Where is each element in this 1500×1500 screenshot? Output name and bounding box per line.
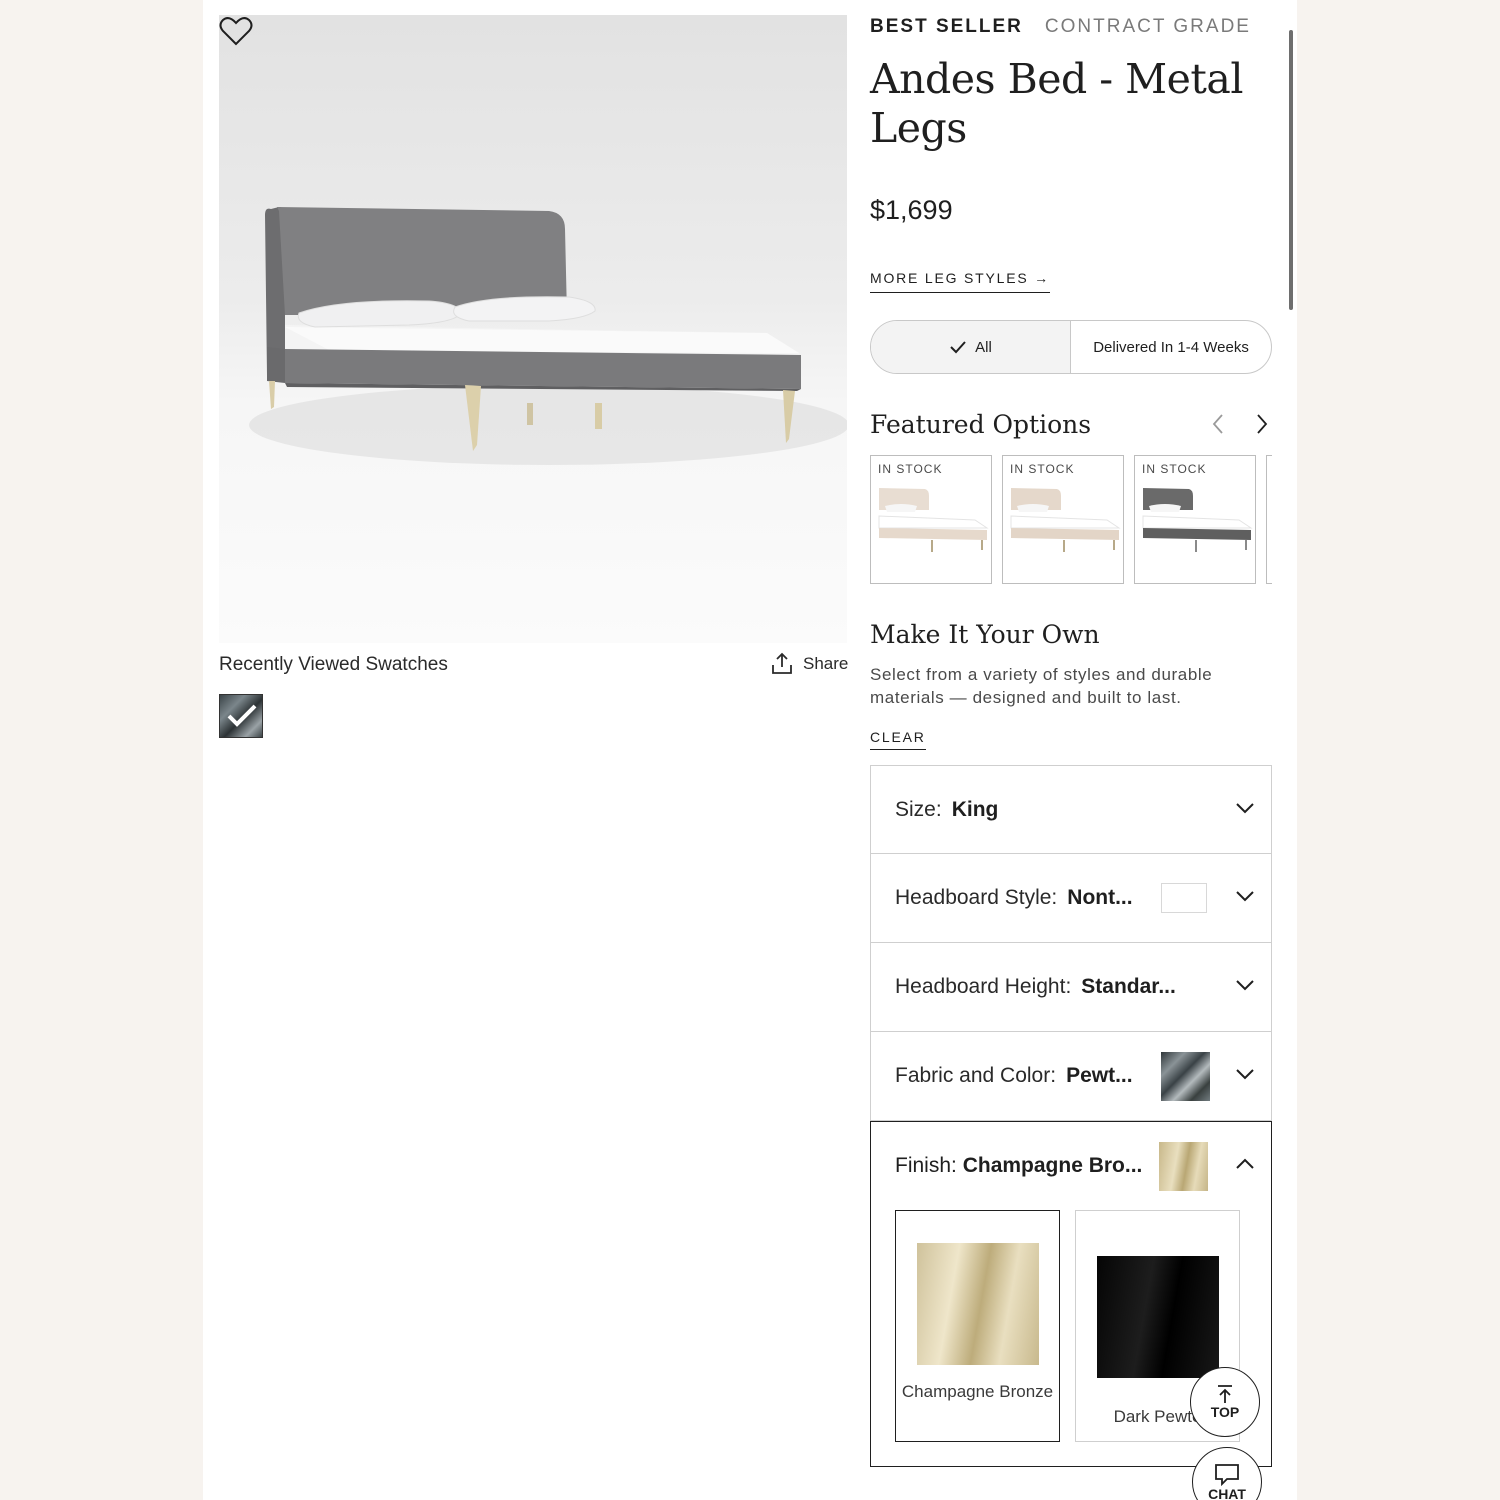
product-hero-image[interactable] (219, 15, 847, 643)
scrollbar[interactable] (1289, 30, 1293, 310)
option-value: Standar... (1081, 975, 1176, 998)
featured-options-title: Featured Options (870, 410, 1092, 439)
option-fabric-color[interactable]: Fabric and Color: Pewt... (870, 1032, 1272, 1121)
check-icon (950, 341, 966, 354)
option-label: Headboard Height: (895, 975, 1072, 998)
recently-viewed-label: Recently Viewed Swatches (219, 654, 448, 675)
option-value: King (951, 797, 999, 821)
bed-thumbnail (1010, 488, 1121, 552)
chevron-down-icon (1236, 980, 1254, 991)
featured-option-card[interactable]: IN STOCK (870, 455, 992, 584)
option-label: Size: (895, 797, 942, 821)
clear-button[interactable]: CLEAR (870, 729, 926, 750)
badge-best-seller: BEST SELLER (870, 16, 1023, 37)
arrow-up-icon (1218, 1385, 1232, 1403)
chat-bubble-icon (1215, 1464, 1239, 1486)
more-leg-styles-link[interactable]: MORE LEG STYLES → (870, 270, 1050, 293)
share-button[interactable]: Share (769, 651, 848, 677)
filter-all-button[interactable]: All (871, 321, 1071, 373)
option-label: Headboard Style: (895, 886, 1058, 909)
product-title: Andes Bed - Metal Legs (870, 55, 1243, 152)
stock-badge: IN STOCK (1010, 462, 1075, 476)
bed-thumbnail (878, 488, 989, 552)
featured-next-button[interactable] (1250, 410, 1274, 438)
product-page: Recently Viewed Swatches Share BEST SELL… (203, 0, 1297, 1500)
filter-all-label: All (975, 338, 992, 356)
option-label: Finish: (895, 1154, 957, 1177)
dark-pewter-swatch (1097, 1256, 1219, 1378)
champagne-bronze-swatch (917, 1243, 1039, 1365)
option-label: Fabric and Color: (895, 1064, 1057, 1087)
product-price: $1,699 (870, 195, 953, 225)
bed-illustration (249, 207, 847, 465)
option-headboard-style[interactable]: Headboard Style: Nont... (870, 854, 1272, 943)
badge-contract-grade: CONTRACT GRADE (1044, 16, 1251, 37)
chevron-down-icon (1236, 891, 1254, 902)
filter-delivered-label: Delivered In 1-4 Weeks (1093, 338, 1249, 356)
featured-option-card-partial[interactable] (1266, 455, 1272, 584)
finish-swatch (1159, 1142, 1208, 1191)
fabric-swatch (1161, 1052, 1210, 1101)
chevron-down-icon (1236, 803, 1254, 814)
option-value: Nont... (1067, 886, 1133, 909)
option-size[interactable]: Size: King (870, 765, 1272, 854)
bed-thumbnail (1142, 488, 1253, 552)
checkmark-icon (227, 704, 257, 727)
heart-icon[interactable] (219, 15, 253, 47)
headboard-style-swatch (1161, 883, 1207, 913)
chevron-up-icon[interactable] (1235, 1158, 1255, 1170)
finish-choice-champagne-bronze[interactable]: Champagne Bronze (895, 1210, 1060, 1442)
featured-prev-button[interactable] (1206, 410, 1230, 438)
share-icon (772, 652, 792, 674)
chat-label: CHAT (1208, 1486, 1246, 1500)
stock-badge: IN STOCK (878, 462, 943, 476)
option-finish-header[interactable]: Finish: Champagne Bro... (895, 1154, 1142, 1178)
recent-swatch[interactable] (219, 694, 263, 738)
chevron-down-icon (1236, 1069, 1254, 1080)
configurator-options: Size: King Headboard Style: Nont... Head… (870, 765, 1272, 1467)
stock-badge: IN STOCK (1142, 462, 1207, 476)
chevron-left-icon (1212, 414, 1223, 434)
make-it-your-own-title: Make It Your Own (870, 620, 1100, 649)
chevron-right-icon (1257, 414, 1268, 434)
option-value: Pewt... (1066, 1064, 1133, 1087)
make-it-your-own-description: Select from a variety of styles and dura… (870, 665, 1213, 707)
back-to-top-button[interactable]: TOP (1190, 1367, 1260, 1437)
finish-choice-label: Champagne Bronze (901, 1382, 1054, 1401)
featured-option-card[interactable]: IN STOCK (1134, 455, 1256, 584)
featured-option-card[interactable]: IN STOCK (1002, 455, 1124, 584)
option-headboard-height[interactable]: Headboard Height: Standar... (870, 943, 1272, 1032)
top-label: TOP (1210, 1404, 1240, 1420)
option-value: Champagne Bro... (962, 1154, 1143, 1177)
share-label: Share (803, 654, 849, 673)
filter-delivered-button[interactable]: Delivered In 1-4 Weeks (1071, 321, 1271, 373)
delivery-filter-toggle: All Delivered In 1-4 Weeks (870, 320, 1272, 374)
badges: BEST SELLER CONTRACT GRADE (870, 16, 1251, 38)
